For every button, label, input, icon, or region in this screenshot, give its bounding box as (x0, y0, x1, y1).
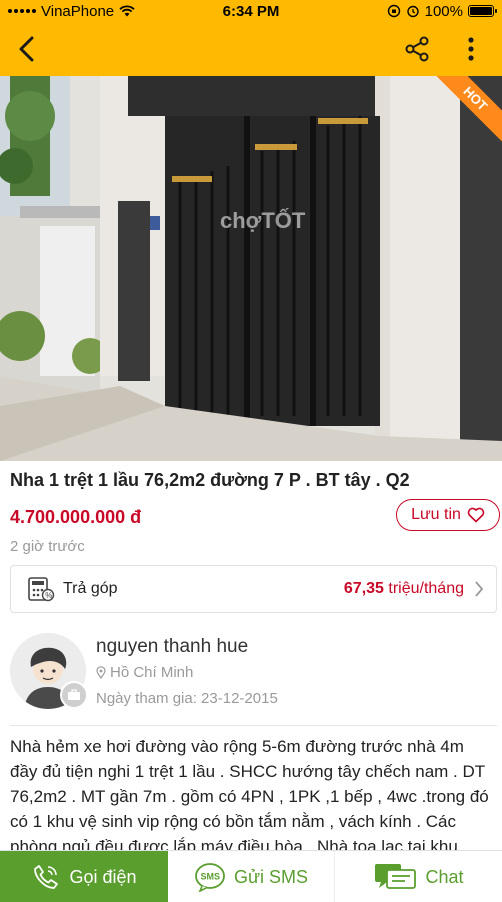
battery-icon (468, 5, 497, 17)
save-label: Lưu tin (411, 506, 461, 523)
sms-button[interactable]: SMS Gửi SMS (168, 851, 335, 902)
chat-button[interactable]: Chat (335, 851, 502, 902)
battery-level (470, 7, 492, 15)
seller-location: Hồ Chí Minh (96, 664, 193, 681)
seller-name[interactable]: nguyen thanh hue (96, 636, 248, 658)
carrier-label: VinaPhone (41, 2, 115, 20)
listing-price: 4.700.000.000 đ (10, 507, 142, 527)
chat-label: Chat (425, 866, 464, 887)
chevron-right-icon (474, 580, 484, 598)
svg-text:SMS: SMS (200, 872, 220, 882)
divider (10, 725, 497, 726)
orientation-lock-icon (387, 4, 400, 18)
listing-photo[interactable]: chợTỐT HOT (0, 76, 502, 461)
location-pin-icon (96, 666, 106, 679)
battery-percent: 100% (424, 2, 463, 20)
share-button[interactable] (400, 32, 434, 66)
heart-icon (467, 507, 485, 523)
listing-title: Nha 1 trệt 1 lầu 76,2m2 đường 7 P . BT t… (10, 470, 410, 490)
seller-join-date: Ngày tham gia: 23-12-2015 (96, 690, 278, 707)
seller-location-text: Hồ Chí Minh (110, 664, 194, 681)
sms-label: Gửi SMS (233, 866, 309, 887)
listing-description: Nhà hẻm xe hơi đường vào rộng 5-6m đường… (10, 737, 489, 850)
status-bar: VinaPhone 6:34 PM 100% (0, 0, 502, 22)
posted-time: 2 giờ trước (10, 538, 85, 555)
share-icon (405, 36, 429, 62)
installment-row[interactable]: % Trả góp 67,35 triệu/tháng (10, 565, 497, 613)
signal-icon (8, 9, 36, 13)
installment-amount: 67,35 triệu/tháng (344, 580, 464, 598)
bottom-action-bar: Gọi điện SMS Gửi SMS Chat (0, 850, 502, 902)
alarm-icon (406, 5, 419, 18)
installment-unit: triệu/tháng (388, 580, 464, 597)
call-label: Gọi điện (69, 866, 137, 887)
top-nav-bar (0, 22, 502, 76)
svg-text:%: % (45, 591, 52, 600)
chat-icon (375, 864, 417, 889)
phone-icon (34, 865, 59, 889)
save-listing-button[interactable]: Lưu tin (396, 499, 500, 531)
briefcase-icon (60, 681, 88, 709)
more-options-button[interactable] (456, 32, 486, 66)
call-button[interactable]: Gọi điện (0, 851, 168, 902)
wifi-icon (119, 5, 135, 17)
installment-label: Trả góp (63, 580, 118, 597)
installment-value: 67,35 (343, 580, 384, 597)
calculator-icon: % (28, 577, 55, 602)
house-gate-photo: chợTỐT (0, 76, 502, 461)
more-vertical-icon (468, 37, 474, 61)
sms-icon: SMS (195, 863, 225, 892)
chevron-left-icon (19, 36, 34, 62)
back-button[interactable] (10, 32, 44, 66)
watermark: chợTỐT (220, 207, 306, 233)
